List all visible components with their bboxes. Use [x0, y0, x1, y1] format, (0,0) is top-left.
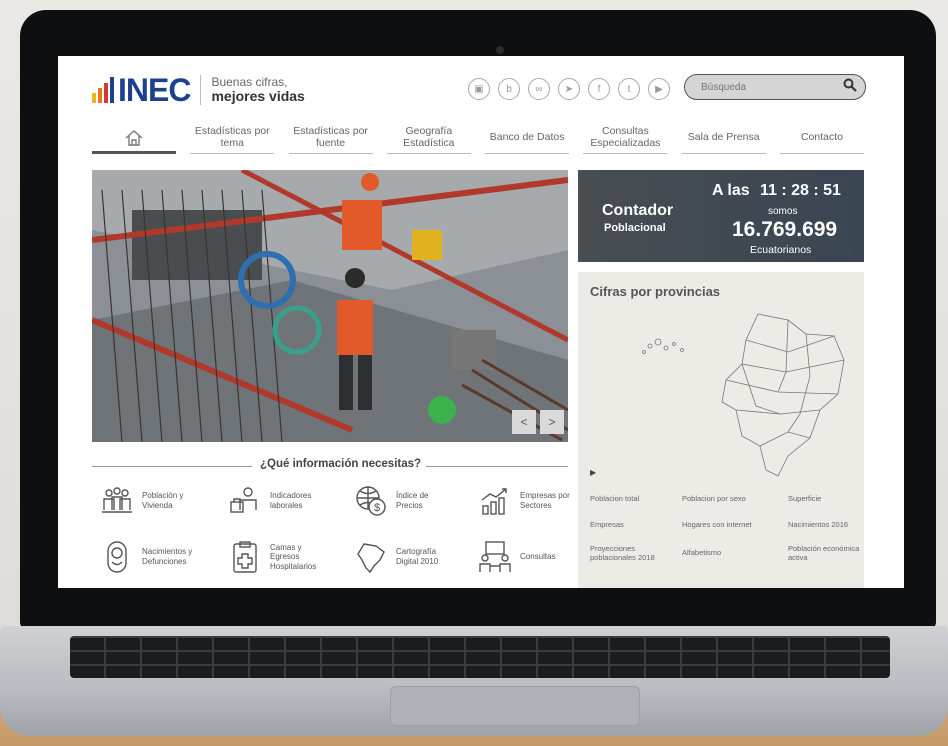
website-screen: INEC Buenas cifras, mejores vidas ▣ b ∞ … — [58, 56, 904, 588]
info-item-nacimientos[interactable]: Nacimientos y Defunciones — [100, 540, 206, 574]
info-label-camas: Camas y Egresos Hospitalarios — [270, 542, 317, 571]
info-label-consultas: Consultas — [520, 552, 556, 562]
consultation-icon — [479, 541, 511, 572]
header-line-left — [92, 466, 252, 467]
baby-icon — [107, 541, 127, 573]
provincias-panel: Cifras por provincias ▶ Poblacion total … — [578, 272, 864, 588]
nav-geografia[interactable]: Geografía Estadística — [386, 122, 471, 154]
worker-icon — [230, 487, 257, 513]
tagline: Buenas cifras, mejores vidas — [211, 74, 305, 105]
info-label-poblacion: Población y Vivienda — [142, 491, 184, 510]
prov-link-alfabetismo[interactable]: Alfabetismo — [682, 548, 772, 557]
info-item-empresas[interactable]: Empresas por Sectores — [478, 484, 570, 518]
search-input[interactable] — [699, 75, 843, 99]
info-label-cartografia: Cartografía Digital 2010 — [396, 547, 439, 566]
construction-photo — [92, 170, 568, 442]
counter-unit: Ecuatorianos — [750, 244, 812, 256]
tagline-line1: Buenas cifras, — [211, 74, 288, 89]
social-links: ▣ b ∞ ➤ f t ▶ — [468, 78, 670, 100]
counter-time-prefix: A las — [712, 182, 750, 199]
counter-title: Contador — [602, 202, 674, 219]
search-box — [684, 74, 866, 100]
population-counter[interactable]: Contador Poblacional A las 11 : 28 : 51 … — [578, 170, 864, 262]
home-icon — [125, 130, 143, 146]
info-title: ¿Qué información necesitas? — [260, 458, 422, 470]
info-label-empresas: Empresas por Sectores — [520, 491, 570, 510]
inec-logo[interactable]: INEC Buenas cifras, mejores vidas — [92, 74, 305, 106]
nav-banco-datos[interactable]: Banco de Datos — [485, 122, 570, 154]
youtube-icon[interactable]: ▶ — [648, 78, 670, 100]
prov-link-proyecciones[interactable]: Proyecciones poblacionales 2018 — [590, 544, 670, 562]
counter-time: 11 : 28 : 51 — [760, 182, 841, 199]
prov-link-superficie[interactable]: Superficie — [788, 494, 858, 503]
info-item-precios[interactable]: $ Índice de Precios — [354, 484, 442, 518]
info-item-poblacion[interactable]: Población y Vivienda — [100, 484, 198, 518]
info-item-camas[interactable]: Camas y Egresos Hospitalarios — [228, 540, 326, 574]
prov-link-nacimientos-2016[interactable]: Nacimientos 2016 — [788, 520, 860, 529]
tagline-line2: mejores vidas — [211, 87, 305, 104]
main-nav: Estadísticas por tema Estadísticas por f… — [92, 122, 864, 158]
prov-link-hogares-internet[interactable]: Hogares con internet — [682, 520, 772, 529]
info-item-consultas[interactable]: Consultas — [478, 540, 570, 574]
slider-next-button[interactable]: > — [540, 410, 564, 434]
bar-growth-icon — [481, 488, 507, 515]
webcam — [496, 46, 504, 54]
hospital-icon — [233, 541, 257, 573]
info-label-laborales: Indicadores laborales — [270, 491, 312, 510]
nav-consultas[interactable]: Consultas Especializadas — [583, 122, 668, 154]
prov-link-pea[interactable]: Población económica activa — [788, 544, 860, 562]
facebook-icon[interactable]: f — [588, 78, 610, 100]
search-icon[interactable] — [843, 78, 857, 92]
info-label-precios: Índice de Precios — [396, 491, 429, 510]
svg-text:$: $ — [374, 502, 380, 514]
people-icon — [102, 487, 132, 513]
logo-divider — [200, 75, 202, 105]
twitter-icon[interactable]: t — [618, 78, 640, 100]
ecuador-map[interactable] — [638, 306, 858, 486]
logo-bars-icon — [92, 77, 114, 103]
nav-estadisticas-tema[interactable]: Estadísticas por tema — [190, 122, 275, 154]
map-outline-icon — [357, 543, 385, 574]
price-index-icon: $ — [356, 486, 386, 516]
provincias-title: Cifras por provincias — [590, 284, 721, 299]
prov-link-poblacion-sexo[interactable]: Poblacion por sexo — [682, 494, 772, 503]
info-item-laborales[interactable]: Indicadores laborales — [228, 484, 326, 518]
flickr-icon[interactable]: ∞ — [528, 78, 550, 100]
counter-somos: somos — [768, 206, 798, 217]
nav-home[interactable] — [92, 122, 176, 154]
blog-icon[interactable]: b — [498, 78, 520, 100]
nav-contacto[interactable]: Contacto — [779, 122, 864, 154]
hero-slider: < > — [92, 170, 568, 442]
nav-sala-prensa[interactable]: Sala de Prensa — [681, 122, 766, 154]
telegram-icon[interactable]: ➤ — [558, 78, 580, 100]
keyboard — [70, 636, 890, 678]
prov-link-empresas[interactable]: Empresas — [590, 520, 670, 529]
instagram-icon[interactable]: ▣ — [468, 78, 490, 100]
prov-link-poblacion-total[interactable]: Poblacion total — [590, 494, 670, 503]
info-label-nacimientos: Nacimientos y Defunciones — [142, 547, 193, 566]
header-line-right — [426, 466, 568, 467]
counter-subtitle: Poblacional — [604, 222, 666, 234]
nav-estadisticas-fuente[interactable]: Estadísticas por fuente — [288, 122, 373, 154]
slider-prev-button[interactable]: < — [512, 410, 536, 434]
info-section-header: ¿Qué información necesitas? — [92, 458, 568, 474]
info-item-cartografia[interactable]: Cartografía Digital 2010 — [354, 540, 448, 574]
logo-text: INEC — [118, 72, 191, 108]
trackpad — [390, 686, 640, 726]
counter-population: 16.769.699 — [732, 218, 838, 241]
map-play-icon[interactable]: ▶ — [590, 468, 596, 477]
